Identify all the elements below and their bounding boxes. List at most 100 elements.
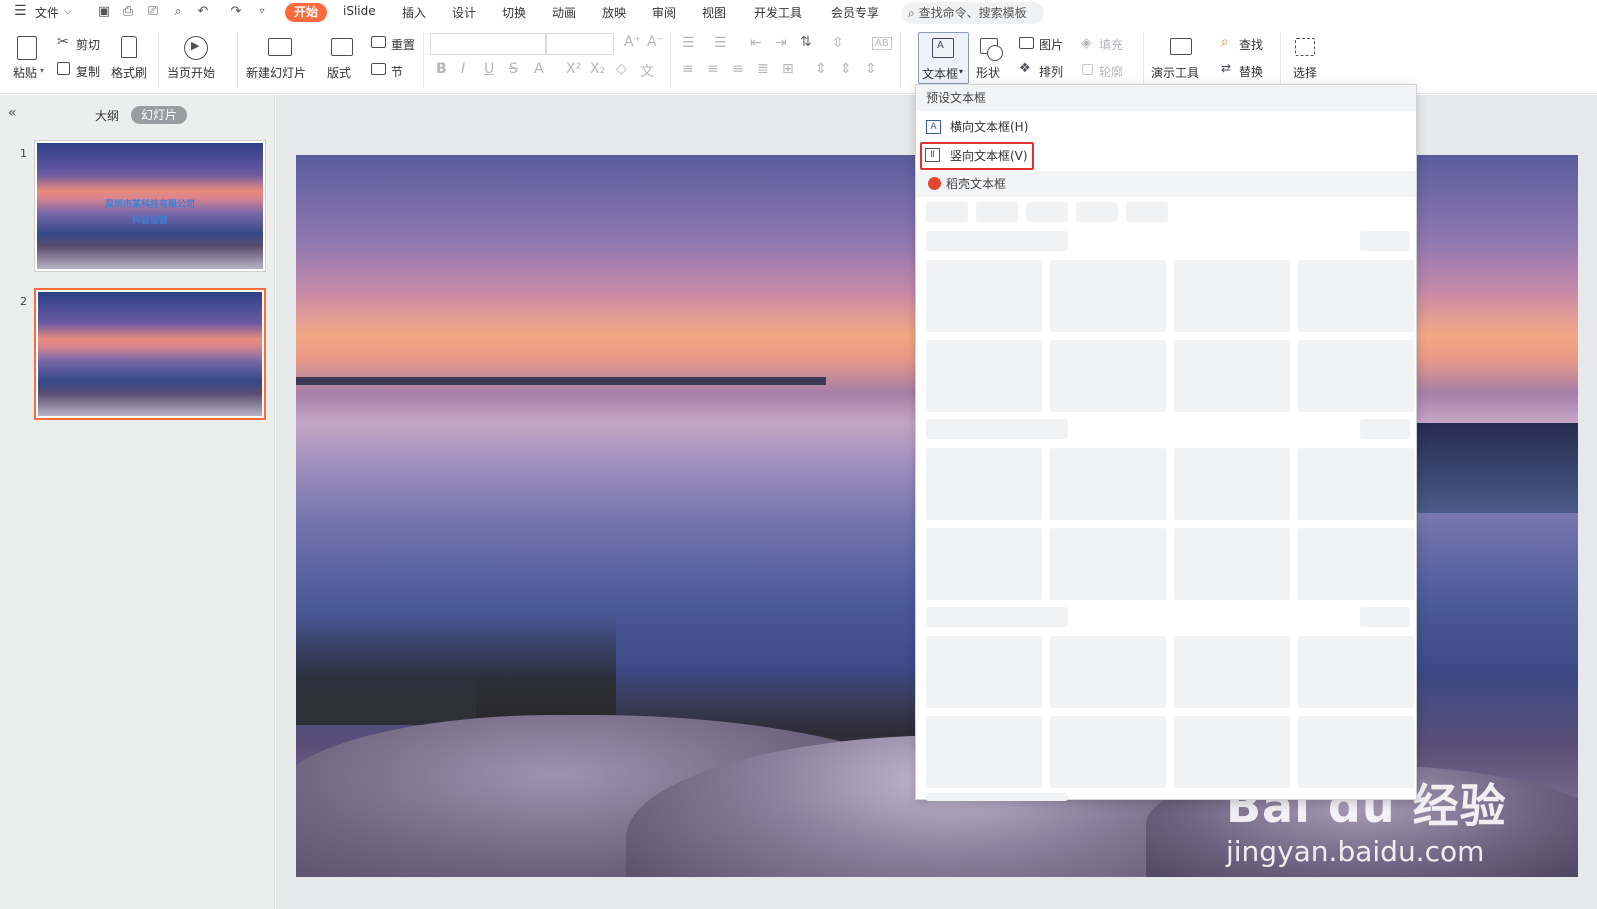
tab-slideshow[interactable]: 放映 [602, 4, 626, 21]
textbox-button[interactable]: A 文本框 ▾ [918, 32, 969, 84]
format-painter-icon[interactable] [121, 36, 137, 58]
new-slide-icon[interactable] [268, 38, 292, 56]
eraser-icon[interactable]: ◇ [616, 61, 627, 77]
new-slide-button[interactable]: 新建幻灯片 [246, 64, 306, 81]
numbered-list-icon[interactable]: ☰ [714, 35, 727, 51]
select-icon[interactable] [1295, 38, 1315, 56]
paste-button[interactable]: 粘贴 [13, 64, 37, 81]
horizontal-textbox-icon: A [926, 120, 941, 134]
phonetic-icon[interactable]: 文 [640, 61, 654, 81]
redo-icon[interactable]: ↷ [228, 4, 244, 20]
text-fit-icon[interactable]: AB [872, 37, 892, 50]
find-icon[interactable]: ⌕ [1221, 34, 1229, 50]
outline-button[interactable]: 轮廓 [1099, 63, 1123, 80]
fill-button[interactable]: 填充 [1099, 36, 1123, 53]
find-button[interactable]: 查找 [1239, 36, 1263, 53]
italic-icon[interactable]: I [461, 61, 465, 77]
preset-textbox-header: 预设文本框 [916, 85, 1416, 111]
text-direction-icon[interactable]: ⇅ [800, 34, 812, 50]
tab-transition[interactable]: 切换 [502, 4, 526, 21]
tab-home[interactable]: 开始 [285, 3, 327, 22]
search-input: 查找命令、搜索模板 [918, 6, 1027, 20]
slide-thumbnail-1[interactable]: 深圳市某科技有限公司 抖音运营 [34, 140, 266, 272]
vertical-textbox-item[interactable]: Ⅱ 竖向文本框(V) [920, 142, 1034, 170]
reset-icon[interactable] [371, 36, 386, 48]
increase-font-icon[interactable]: A⁺ [624, 34, 641, 50]
chevron-down-icon[interactable]: ⌵ [64, 6, 72, 17]
replace-icon[interactable]: ⇄ [1221, 61, 1231, 75]
tab-animation[interactable]: 动画 [552, 4, 576, 21]
cut-button[interactable]: 剪切 [76, 36, 100, 53]
superscript-icon[interactable]: X² [566, 61, 581, 77]
print-preview-icon[interactable]: ⌕ [170, 4, 186, 20]
paste-icon[interactable] [17, 36, 37, 60]
tab-member[interactable]: 会员专享 [831, 4, 879, 21]
align-right-icon[interactable]: ≡ [732, 61, 744, 77]
justify-icon[interactable]: ≣ [757, 61, 769, 77]
customize-quick-access-icon[interactable]: ▿ [254, 4, 270, 20]
tab-islide[interactable]: iSlide [343, 4, 376, 18]
from-current-slide-button[interactable]: 当页开始 [167, 64, 215, 81]
save-icon[interactable]: ▣ [96, 4, 112, 20]
tab-design[interactable]: 设计 [452, 4, 476, 21]
present-tools-icon[interactable] [1170, 38, 1192, 55]
section-button[interactable]: 节 [391, 63, 403, 80]
file-menu[interactable]: 文件 [35, 4, 59, 21]
pier-silhouette [1406, 423, 1578, 513]
decrease-indent-icon[interactable]: ⇤ [750, 35, 762, 51]
font-color-icon[interactable]: A [534, 61, 544, 77]
arrange-button[interactable]: 排列 [1039, 63, 1063, 80]
font-family-select[interactable] [430, 33, 546, 55]
present-tools-button[interactable]: 演示工具 [1151, 64, 1199, 81]
tab-insert[interactable]: 插入 [402, 4, 426, 21]
undo-icon[interactable]: ↶ [195, 4, 211, 20]
arrange-icon[interactable]: ❖ [1019, 61, 1031, 76]
format-painter-button[interactable]: 格式刷 [111, 64, 147, 81]
columns-icon[interactable]: ⇕ [865, 61, 877, 77]
tab-slides[interactable]: 幻灯片 [131, 106, 187, 124]
strikethrough-icon[interactable]: S [509, 61, 518, 77]
distribute-icon[interactable]: ⊞ [782, 61, 794, 77]
decrease-font-icon[interactable]: A⁻ [647, 34, 664, 50]
section-icon[interactable] [371, 63, 386, 75]
outline-icon[interactable]: ▢ [1081, 61, 1094, 77]
tab-view[interactable]: 视图 [702, 4, 726, 21]
docer-textbox-section[interactable]: 稻壳文本框 [916, 171, 1416, 197]
hamburger-icon[interactable]: ☰ [14, 3, 27, 19]
scissors-icon[interactable]: ✂ [57, 34, 69, 50]
font-size-select[interactable] [546, 33, 614, 55]
chevron-down-icon[interactable]: ▾ [40, 66, 44, 75]
increase-indent-icon[interactable]: ⇥ [775, 35, 787, 51]
bold-icon[interactable]: B [436, 61, 447, 77]
copy-button[interactable]: 复制 [76, 63, 100, 80]
fill-icon[interactable]: ◈ [1081, 35, 1092, 51]
layout-button[interactable]: 版式 [327, 64, 351, 81]
line-spacing-icon[interactable]: ⇳ [832, 35, 844, 51]
slide-thumbnail-2[interactable] [34, 288, 266, 420]
tab-review[interactable]: 审阅 [652, 4, 676, 21]
copy-icon[interactable] [57, 62, 70, 75]
underline-icon[interactable]: U [484, 61, 494, 77]
command-search[interactable]: ⌕ 查找命令、搜索模板 [902, 2, 1044, 24]
align-center-icon[interactable]: ≡ [707, 61, 719, 77]
para-spacing-icon[interactable]: ⇕ [815, 61, 827, 77]
picture-icon[interactable] [1019, 37, 1034, 49]
layout-icon[interactable] [331, 38, 353, 56]
bullet-list-icon[interactable]: ☰ [682, 35, 695, 51]
print-icon[interactable]: ⎚ [145, 4, 161, 20]
select-button[interactable]: 选择 [1293, 64, 1317, 81]
shapes-button[interactable]: 形状 [976, 64, 1000, 81]
horizontal-textbox-item[interactable]: A 横向文本框(H) [924, 114, 1028, 140]
picture-button[interactable]: 图片 [1039, 36, 1063, 53]
replace-button[interactable]: 替换 [1239, 63, 1263, 80]
export-icon[interactable]: ⎙ [120, 4, 136, 20]
loading-placeholder [926, 716, 1042, 788]
para-spacing-icon-2[interactable]: ⇕ [840, 61, 852, 77]
subscript-icon[interactable]: X₂ [590, 61, 605, 77]
collapse-pane-icon[interactable]: « [8, 105, 17, 121]
tab-outline[interactable]: 大纲 [95, 107, 119, 124]
align-left-icon[interactable]: ≡ [682, 61, 694, 77]
reset-button[interactable]: 重置 [391, 36, 415, 53]
tab-developer[interactable]: 开发工具 [754, 4, 802, 21]
loading-placeholder [1026, 202, 1068, 222]
